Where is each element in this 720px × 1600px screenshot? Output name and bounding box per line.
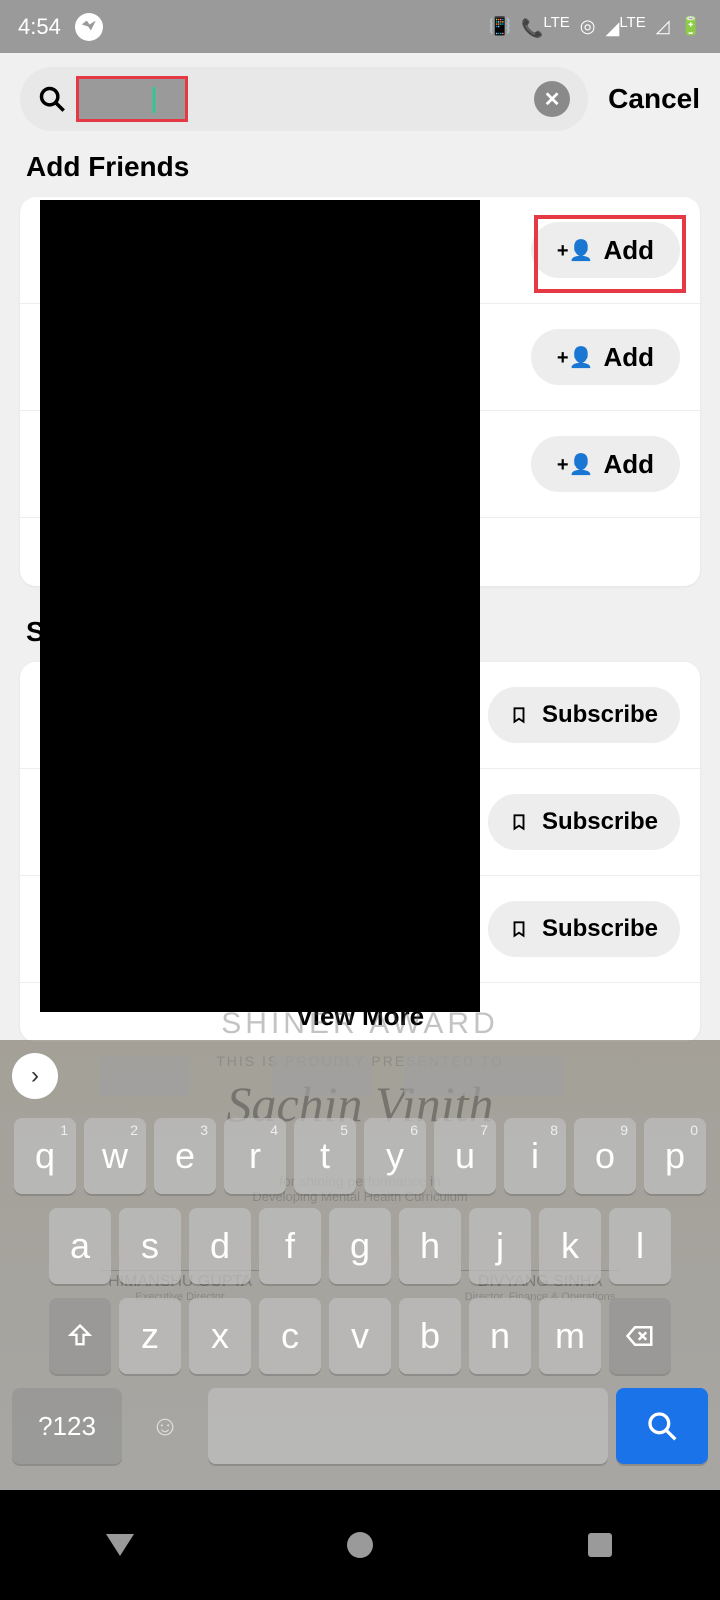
search-key[interactable] bbox=[616, 1388, 708, 1464]
search-input-highlight bbox=[76, 76, 188, 122]
key-l[interactable]: l bbox=[609, 1208, 671, 1284]
bookmark-icon bbox=[510, 917, 528, 941]
redaction-overlay bbox=[40, 200, 480, 1012]
bookmark-icon bbox=[510, 810, 528, 834]
section-title-add-friends: Add Friends bbox=[0, 145, 720, 197]
key-m[interactable]: m bbox=[539, 1298, 601, 1374]
signal-icon: ◢LTE bbox=[605, 14, 645, 39]
subscribe-button[interactable]: Subscribe bbox=[488, 794, 680, 850]
battery-icon: 🔋 bbox=[680, 16, 702, 37]
circle-icon bbox=[347, 1532, 373, 1558]
key-q[interactable]: q1 bbox=[14, 1118, 76, 1194]
add-person-icon: +👤 bbox=[557, 238, 594, 263]
backspace-key[interactable] bbox=[609, 1298, 671, 1374]
key-c[interactable]: c bbox=[259, 1298, 321, 1374]
key-f[interactable]: f bbox=[259, 1208, 321, 1284]
add-friend-button[interactable]: +👤 Add bbox=[531, 436, 680, 492]
add-person-icon: +👤 bbox=[557, 452, 594, 477]
keyboard-suggestions: › bbox=[0, 1040, 720, 1112]
emoji-icon: ☺ bbox=[151, 1410, 180, 1442]
space-key[interactable] bbox=[208, 1388, 608, 1464]
subscribe-button[interactable]: Subscribe bbox=[488, 687, 680, 743]
vibrate-icon: 📳 bbox=[489, 16, 511, 37]
subscribe-label: Subscribe bbox=[542, 701, 658, 729]
symbols-key[interactable]: ?123 bbox=[12, 1388, 122, 1464]
status-icons: 📳 📞LTE ◎ ◢LTE ◿ 🔋 bbox=[489, 14, 702, 39]
key-y[interactable]: y6 bbox=[364, 1118, 426, 1194]
suggestion-pill[interactable] bbox=[100, 1056, 190, 1096]
close-icon: ✕ bbox=[544, 87, 561, 112]
key-h[interactable]: h bbox=[399, 1208, 461, 1284]
key-v[interactable]: v bbox=[329, 1298, 391, 1374]
search-icon bbox=[646, 1410, 678, 1442]
text-cursor bbox=[153, 87, 155, 113]
shift-key[interactable] bbox=[49, 1298, 111, 1374]
search-area: ✕ Cancel bbox=[0, 53, 720, 145]
key-a[interactable]: a bbox=[49, 1208, 111, 1284]
wifi-calling-icon: 📞LTE bbox=[521, 14, 570, 39]
add-label: Add bbox=[603, 449, 654, 480]
chevron-right-icon: › bbox=[31, 1062, 39, 1090]
bookmark-icon bbox=[510, 703, 528, 727]
status-time: 4:54 bbox=[18, 14, 61, 40]
subscribe-label: Subscribe bbox=[542, 808, 658, 836]
messenger-icon bbox=[75, 13, 103, 41]
key-n[interactable]: n bbox=[469, 1298, 531, 1374]
subscribe-label: Subscribe bbox=[542, 915, 658, 943]
signal2-icon: ◿ bbox=[656, 16, 670, 37]
shift-icon bbox=[66, 1322, 94, 1350]
subscribe-button[interactable]: Subscribe bbox=[488, 901, 680, 957]
key-u[interactable]: u7 bbox=[434, 1118, 496, 1194]
home-button[interactable] bbox=[342, 1527, 378, 1563]
android-nav-bar bbox=[0, 1490, 720, 1600]
key-g[interactable]: g bbox=[329, 1208, 391, 1284]
key-k[interactable]: k bbox=[539, 1208, 601, 1284]
status-bar: 4:54 📳 📞LTE ◎ ◢LTE ◿ 🔋 bbox=[0, 0, 720, 53]
search-icon bbox=[38, 85, 66, 113]
suggestion-pill[interactable] bbox=[404, 1056, 564, 1096]
add-label: Add bbox=[603, 235, 654, 266]
keyboard: SHINER AWARD THIS IS PROUDLY PRESENTED T… bbox=[0, 1040, 720, 1490]
back-button[interactable] bbox=[102, 1527, 138, 1563]
suggestion-pill[interactable] bbox=[272, 1056, 372, 1096]
key-s[interactable]: s bbox=[119, 1208, 181, 1284]
backspace-icon bbox=[625, 1321, 655, 1351]
key-i[interactable]: i8 bbox=[504, 1118, 566, 1194]
expand-suggestions-button[interactable]: › bbox=[12, 1053, 58, 1099]
add-person-icon: +👤 bbox=[557, 345, 594, 370]
key-w[interactable]: w2 bbox=[84, 1118, 146, 1194]
triangle-down-icon bbox=[106, 1534, 134, 1556]
key-p[interactable]: p0 bbox=[644, 1118, 706, 1194]
key-b[interactable]: b bbox=[399, 1298, 461, 1374]
key-t[interactable]: t5 bbox=[294, 1118, 356, 1194]
hotspot-icon: ◎ bbox=[580, 16, 596, 37]
key-e[interactable]: e3 bbox=[154, 1118, 216, 1194]
search-input[interactable] bbox=[79, 88, 185, 111]
add-friend-button[interactable]: +👤 Add bbox=[531, 329, 680, 385]
key-d[interactable]: d bbox=[189, 1208, 251, 1284]
key-j[interactable]: j bbox=[469, 1208, 531, 1284]
add-friend-button[interactable]: +👤 Add bbox=[531, 222, 680, 278]
recents-button[interactable] bbox=[582, 1527, 618, 1563]
clear-search-button[interactable]: ✕ bbox=[534, 81, 570, 117]
square-icon bbox=[588, 1533, 612, 1557]
key-r[interactable]: r4 bbox=[224, 1118, 286, 1194]
key-o[interactable]: o9 bbox=[574, 1118, 636, 1194]
key-z[interactable]: z bbox=[119, 1298, 181, 1374]
emoji-key[interactable]: ☺ bbox=[130, 1388, 200, 1464]
key-x[interactable]: x bbox=[189, 1298, 251, 1374]
search-box[interactable]: ✕ bbox=[20, 67, 588, 131]
cancel-button[interactable]: Cancel bbox=[608, 83, 700, 115]
add-label: Add bbox=[603, 342, 654, 373]
